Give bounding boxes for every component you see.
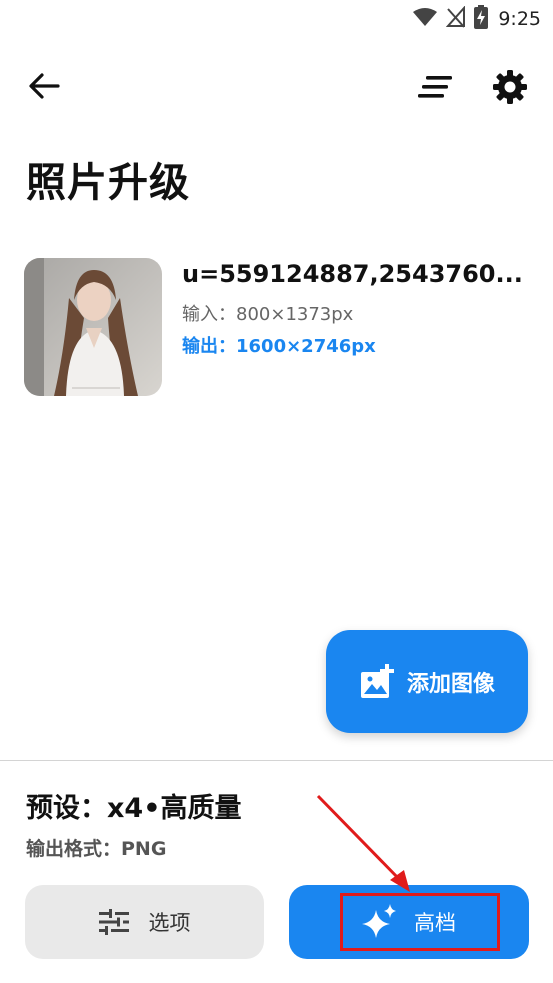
- add-image-button[interactable]: 添加图像: [326, 630, 528, 733]
- options-label: 选项: [148, 911, 191, 935]
- file-name: u=559124887,2543760...: [182, 260, 523, 288]
- status-time: 9:25: [498, 8, 541, 30]
- add-photo-icon: [360, 663, 394, 698]
- sort-button[interactable]: [416, 70, 456, 104]
- arrow-left-icon: [29, 73, 60, 99]
- preset-label: 预设：x4•高质量: [26, 793, 242, 824]
- options-button[interactable]: 选项: [25, 885, 264, 959]
- image-thumbnail[interactable]: [24, 258, 162, 396]
- output-value: 1600×2746px: [236, 336, 376, 357]
- output-format-label: 输出格式：PNG: [26, 838, 167, 860]
- gear-icon: [493, 70, 527, 104]
- output-resolution: 输出：1600×2746px: [182, 332, 376, 358]
- output-label: 输出：: [182, 336, 236, 357]
- back-button[interactable]: [24, 68, 64, 104]
- file-item[interactable]: u=559124887,2543760... 输入：800×1373px 输出：…: [24, 258, 534, 396]
- add-image-label: 添加图像: [406, 671, 495, 697]
- wifi-icon: [412, 7, 438, 31]
- input-value: 800×1373px: [236, 304, 354, 325]
- tune-sliders-icon: [98, 909, 129, 935]
- no-signal-icon: [446, 5, 466, 32]
- page-title: 照片升级: [26, 160, 190, 206]
- annotation-highlight-box: [340, 893, 500, 951]
- divider: [0, 760, 553, 761]
- status-icons: 9:25: [412, 5, 541, 33]
- battery-charging-icon: [474, 5, 489, 33]
- input-resolution: 输入：800×1373px: [182, 300, 353, 326]
- sort-lines-icon: [418, 76, 452, 98]
- input-label: 输入：: [182, 304, 236, 325]
- settings-button[interactable]: [490, 67, 530, 107]
- status-bar: 9:25: [0, 0, 553, 38]
